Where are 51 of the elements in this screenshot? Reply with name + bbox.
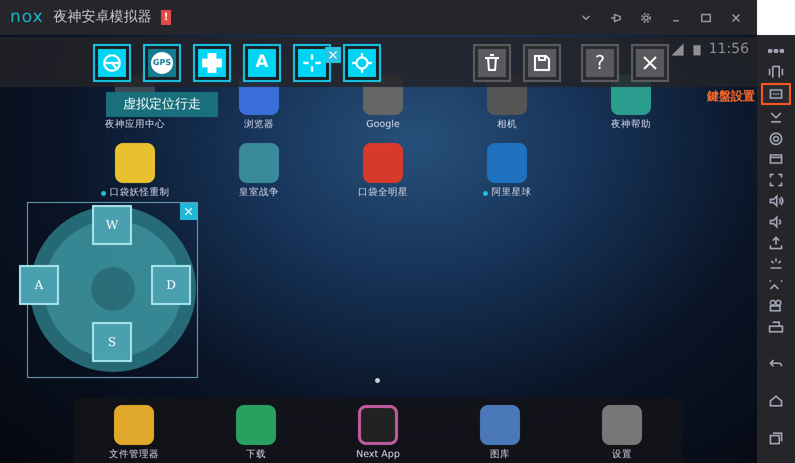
app-label[interactable]: 口袋全明星 [358, 186, 408, 200]
app-label[interactable]: 夜神帮助 [611, 118, 651, 132]
app-label[interactable]: 相机 [497, 118, 517, 132]
aim-icon [351, 52, 373, 74]
app-label[interactable]: 图库 [490, 448, 510, 462]
printer-icon [767, 318, 785, 334]
pin-icon[interactable] [609, 10, 623, 24]
alert-badge[interactable]: ! [160, 10, 172, 25]
app-label[interactable]: Next App [356, 448, 400, 462]
aim-tool[interactable] [345, 46, 379, 80]
close-button[interactable] [633, 46, 667, 80]
upload-icon [767, 234, 785, 250]
app-label[interactable]: 下载 [246, 448, 266, 462]
close-icon [327, 49, 339, 61]
delete-button[interactable] [475, 46, 509, 80]
app-logo: nox [10, 6, 44, 29]
blank-panel [757, 0, 795, 35]
close-icon [183, 206, 194, 217]
crosshair-icon [301, 52, 323, 74]
speaker-icon [767, 192, 785, 208]
home-icon [767, 392, 785, 408]
location-icon [767, 130, 785, 146]
crosshair-tool[interactable] [295, 46, 329, 80]
phone-icon [767, 64, 785, 80]
more-icon [768, 48, 784, 52]
dpad-tool[interactable] [195, 46, 229, 80]
app-label[interactable]: 阿里星球 [492, 186, 532, 200]
trash-icon [482, 53, 502, 73]
fullscreen-icon [767, 172, 785, 188]
app-label[interactable]: 浏览器 [244, 118, 274, 132]
page-indicator [375, 378, 380, 383]
steering-tool[interactable] [95, 46, 129, 80]
tooltip: 虚拟定位行走 [106, 92, 218, 117]
app-label[interactable]: 口袋妖怪重制 [110, 186, 170, 200]
app-label[interactable]: 文件管理器 [109, 448, 159, 462]
window-title: 夜神安卓模拟器 [54, 8, 152, 27]
signal-icon [670, 42, 685, 58]
app-label[interactable]: 设置 [612, 448, 632, 462]
keyboard-icon [767, 86, 785, 102]
tooltip-label: 鍵盤設置 [707, 88, 755, 105]
app-label[interactable]: 皇室战争 [239, 186, 279, 200]
gps-tool[interactable]: GPS [145, 46, 179, 80]
steering-wheel-icon [101, 52, 123, 74]
app-label[interactable]: Google [366, 118, 400, 132]
toolbar-button[interactable] [761, 83, 791, 105]
app-label[interactable]: 夜神应用中心 [105, 118, 165, 132]
save-button[interactable] [525, 46, 559, 80]
help-button[interactable]: ? [583, 46, 617, 80]
dpad-icon [201, 52, 223, 74]
status-time: 11:56 [708, 40, 749, 59]
recents-icon [767, 430, 785, 446]
